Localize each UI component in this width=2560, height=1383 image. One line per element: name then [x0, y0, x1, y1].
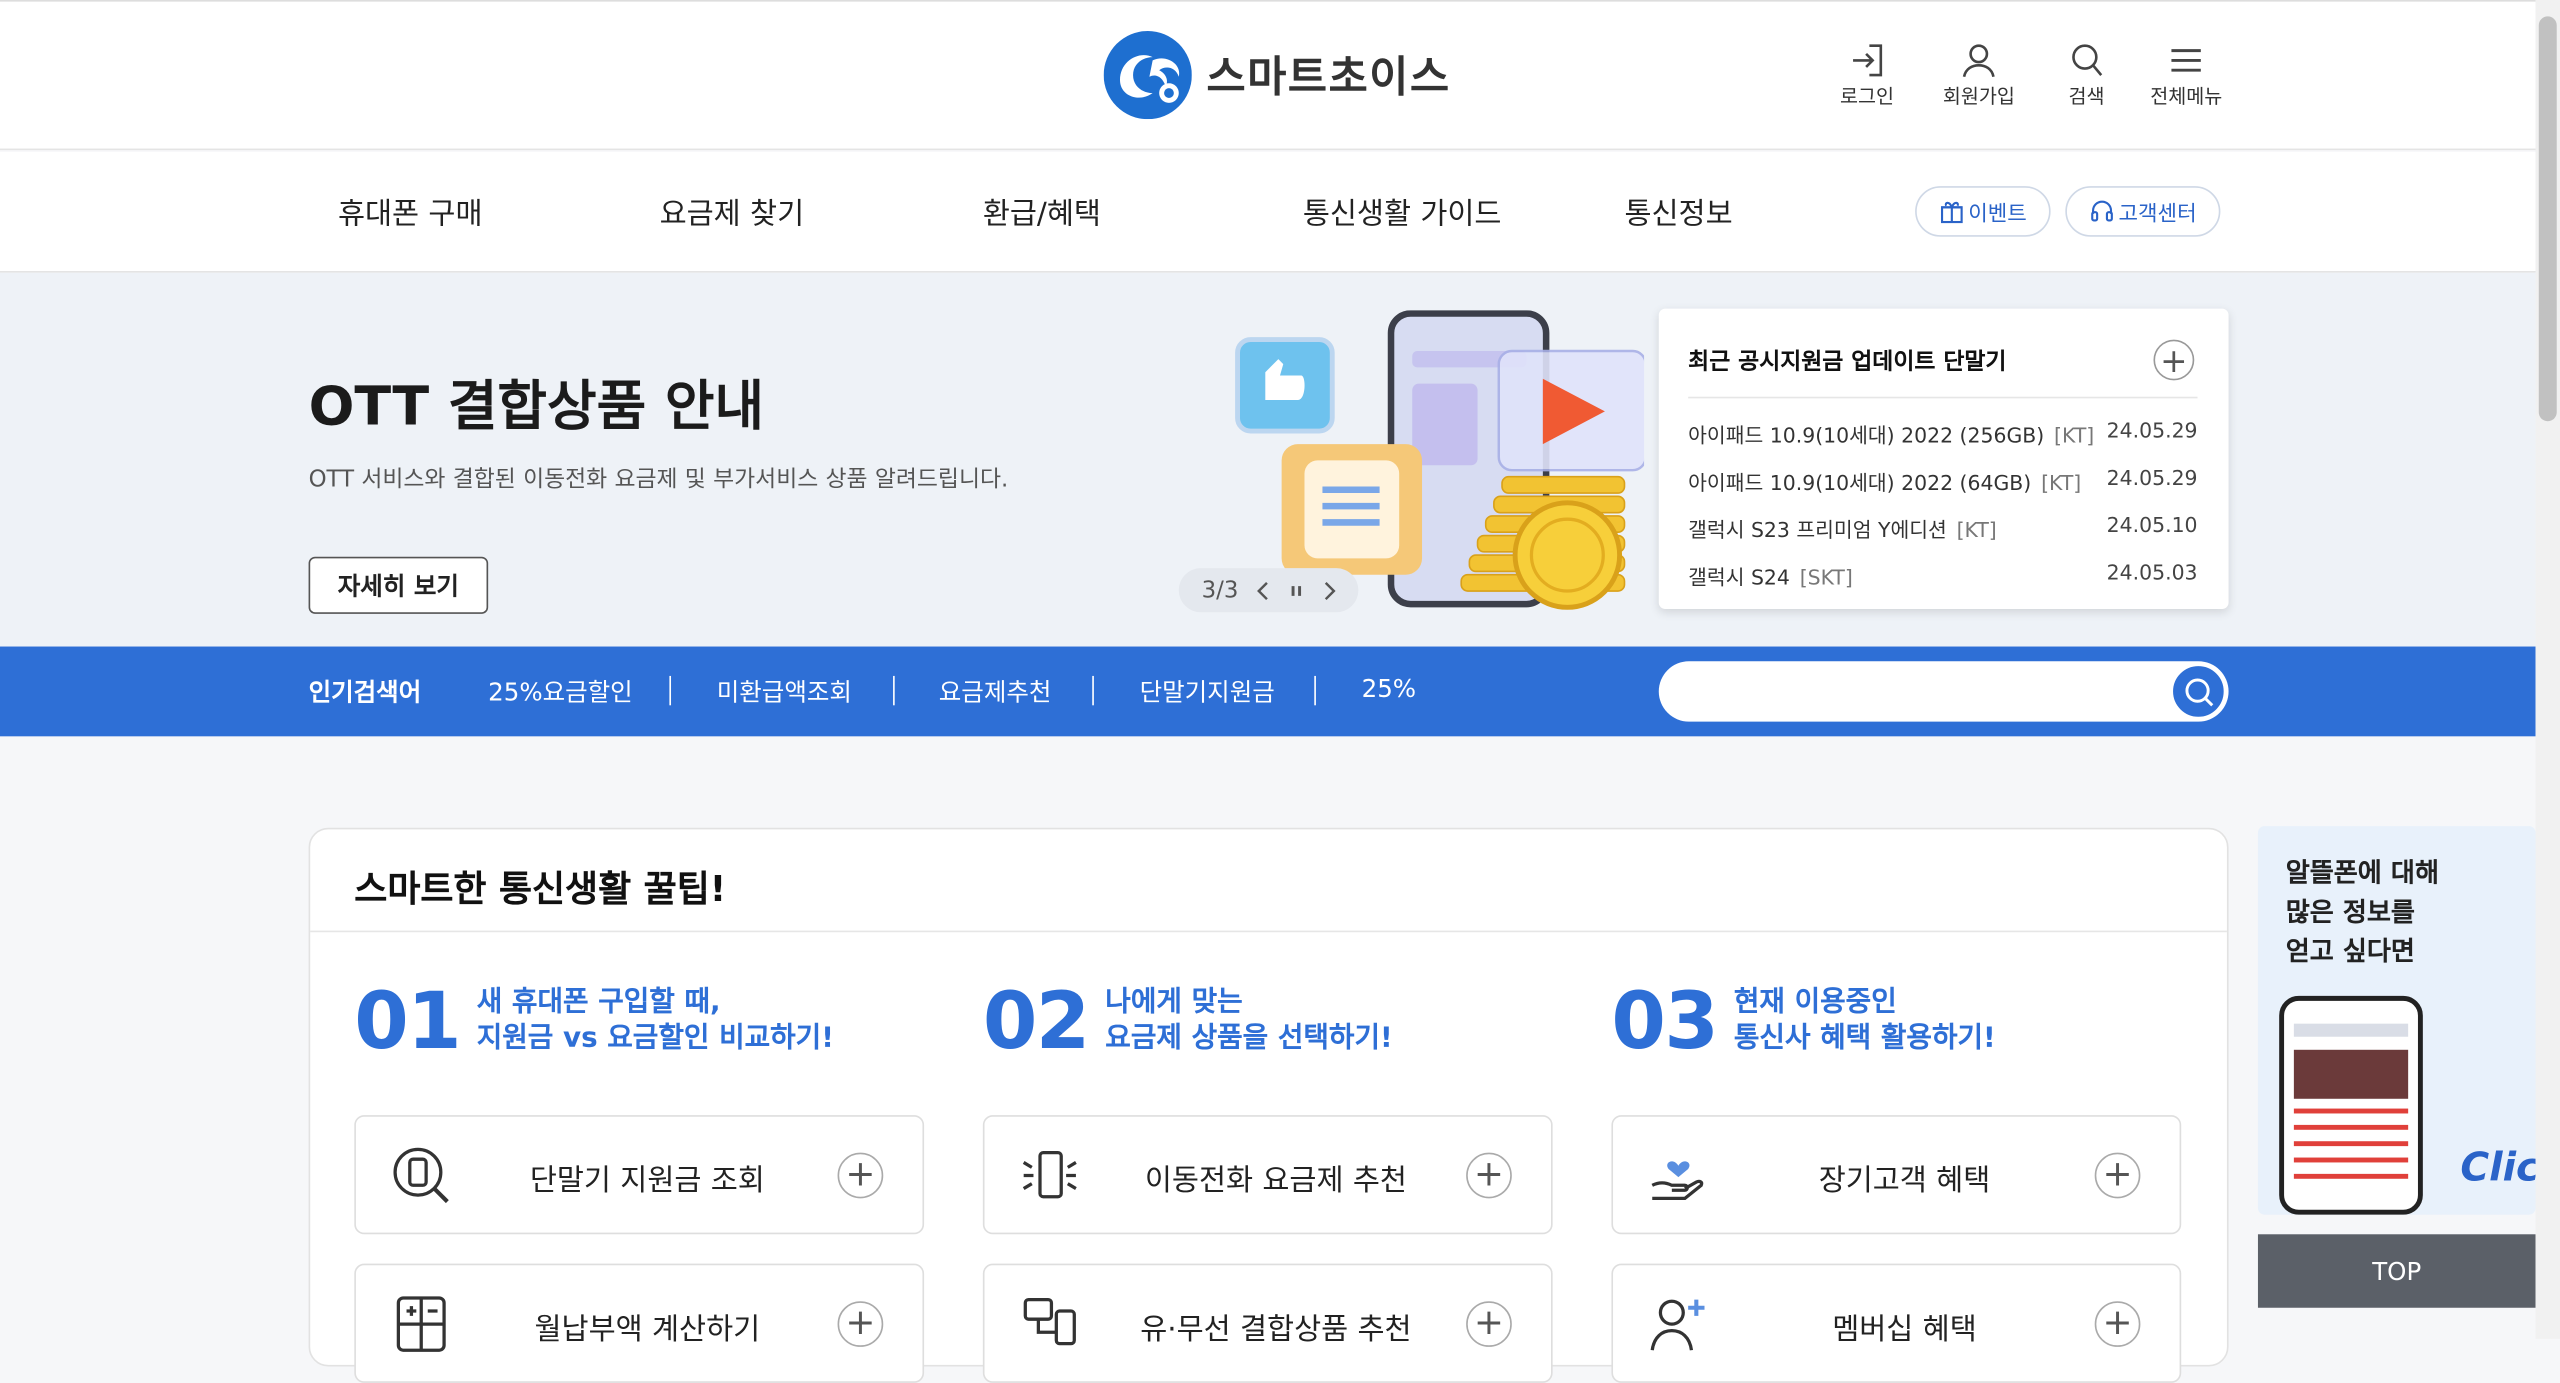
- search-button[interactable]: 검색: [2067, 42, 2106, 109]
- nav-telecom-guide[interactable]: 통신생활 가이드: [1303, 191, 1502, 233]
- notice-title: 최근 공시지원금 업데이트 단말기: [1688, 349, 2007, 376]
- popular-keyword[interactable]: 25%요금할인: [488, 674, 633, 708]
- mvno-side-banner[interactable]: 알뜰폰에 대해 많은 정보를 얻고 싶다면 Click: [2257, 826, 2536, 1215]
- plus-icon: +: [1466, 1301, 1512, 1347]
- mobile-plan-icon: [1022, 1151, 1077, 1199]
- brand-logo-icon[interactable]: [1103, 31, 1192, 120]
- signup-label: 회원가입: [1942, 84, 2015, 108]
- user-icon: [1962, 44, 1995, 78]
- popular-keyword[interactable]: 25%: [1362, 674, 1416, 703]
- nav-refund-benefit[interactable]: 환급/혜택: [983, 191, 1101, 233]
- tips-title: 스마트한 통신생활 꿀팁!: [354, 870, 727, 912]
- card-longterm-benefit[interactable]: 장기고객 혜택 +: [1611, 1115, 2182, 1235]
- login-icon: [1852, 44, 1882, 77]
- keyword-divider: [1092, 675, 1094, 706]
- plus-icon: +: [1466, 1152, 1512, 1199]
- heart-hand-icon: [1651, 1161, 1704, 1200]
- customer-center-label: 고객센터: [2118, 202, 2197, 227]
- plus-icon: +: [837, 1152, 884, 1199]
- nav-plan-search[interactable]: 요금제 찾기: [660, 191, 805, 233]
- search-submit-button[interactable]: [2169, 662, 2227, 720]
- card-monthly-payment[interactable]: 월납부액 계산하기 +: [354, 1263, 925, 1383]
- login-label: 로그인: [1839, 84, 1895, 108]
- keyword-divider: [1314, 675, 1316, 706]
- side-banner-click: Click: [2460, 1144, 2535, 1191]
- tips-divider: [310, 930, 2227, 933]
- plus-icon: +: [2094, 1152, 2141, 1199]
- tip-number: 01: [354, 976, 461, 1068]
- headset-icon: [2090, 200, 2113, 222]
- notice-divider: [1688, 396, 2198, 399]
- side-banner-text: 알뜰폰에 대해 많은 정보를 얻고 싶다면: [2285, 857, 2440, 967]
- search-label: 검색: [2068, 84, 2105, 108]
- card-device-subsidy[interactable]: 단말기 지원금 조회 +: [354, 1115, 925, 1235]
- signup-button[interactable]: 회원가입: [1943, 42, 2015, 109]
- search-icon: [2184, 677, 2213, 706]
- hero-pager: 3/3: [1178, 568, 1359, 613]
- plus-icon: +: [2160, 340, 2188, 380]
- menu-icon: [2171, 49, 2201, 72]
- keyword-divider: [669, 675, 672, 706]
- tip-number: 03: [1611, 976, 1718, 1068]
- pause-icon[interactable]: [1287, 579, 1303, 602]
- notice-row[interactable]: 아이패드 10.9(10세대) 2022 (256GB) [KT] 24.05.2…: [1688, 418, 2197, 449]
- tip-heading: 새 휴대폰 구입할 때, 지원금 vs 요금할인 비교하기!: [476, 986, 834, 1055]
- scroll-top-button[interactable]: TOP: [2257, 1234, 2536, 1308]
- calculator-icon: [396, 1296, 446, 1352]
- search-input[interactable]: [1658, 661, 2229, 722]
- all-menu-label: 전체메뉴: [2150, 84, 2223, 108]
- gift-icon: [1940, 201, 1962, 224]
- card-mobile-plan[interactable]: 이동전화 요금제 추천 +: [982, 1115, 1553, 1235]
- phone-search-icon: [393, 1147, 449, 1204]
- pager-count: 3/3: [1201, 577, 1239, 604]
- hero-detail-button[interactable]: 자세히 보기: [308, 556, 489, 614]
- bundle-icon: [1023, 1297, 1076, 1346]
- chevron-right-icon[interactable]: [1320, 579, 1336, 602]
- add-user-icon: [1650, 1299, 1705, 1351]
- event-button[interactable]: 이벤트: [1915, 186, 2051, 237]
- hero-title: OTT 결합상품 안내: [308, 373, 765, 438]
- plus-icon: +: [837, 1301, 884, 1347]
- tip-heading: 현재 이용중인 통신사 혜택 활용하기!: [1733, 986, 1996, 1055]
- tip-number: 02: [982, 976, 1090, 1068]
- notice-more-button[interactable]: +: [2153, 339, 2195, 381]
- brand-name[interactable]: 스마트초이스: [1207, 44, 1451, 104]
- phone-illustration: [2279, 995, 2423, 1215]
- search-icon: [2072, 44, 2103, 76]
- notice-row[interactable]: 아이패드 10.9(10세대) 2022 (64GB) [KT] 24.05.29: [1688, 465, 2197, 496]
- tip-heading: 나에게 맞는 요금제 상품을 선택하기!: [1105, 986, 1393, 1055]
- notice-row[interactable]: 갤럭시 S24 [SKT] 24.05.03: [1688, 560, 2197, 591]
- notice-row[interactable]: 갤럭시 S23 프리미엄 Y에디션 [KT] 24.05.10: [1688, 513, 2197, 544]
- nav-telecom-info[interactable]: 통신정보: [1624, 191, 1732, 233]
- card-membership-benefit[interactable]: 멤버십 혜택 +: [1611, 1263, 2182, 1383]
- popular-search-label: 인기검색어: [308, 677, 422, 707]
- all-menu-button[interactable]: 전체메뉴: [2150, 42, 2222, 109]
- customer-center-button[interactable]: 고객센터: [2065, 186, 2221, 237]
- login-button[interactable]: 로그인: [1840, 42, 1894, 109]
- popular-keyword[interactable]: 미환급액조회: [717, 674, 852, 708]
- hero-description: OTT 서비스와 결합된 이동전화 요금제 및 부가서비스 상품 알려드립니다.: [308, 466, 1009, 494]
- scrollbar-thumb[interactable]: [2538, 16, 2557, 422]
- popular-keyword[interactable]: 단말기지원금: [1140, 674, 1275, 708]
- card-bundle-product[interactable]: 유·무선 결합상품 추천 +: [982, 1263, 1553, 1383]
- plus-icon: +: [2094, 1301, 2141, 1347]
- nav-phone-purchase[interactable]: 휴대폰 구매: [338, 191, 483, 233]
- keyword-divider: [893, 675, 895, 706]
- popular-keyword[interactable]: 요금제추천: [939, 674, 1052, 708]
- event-label: 이벤트: [1968, 202, 2027, 227]
- notice-panel: 최근 공시지원금 업데이트 단말기 + 아이패드 10.9(10세대) 2022…: [1658, 308, 2229, 609]
- chevron-left-icon[interactable]: [1255, 579, 1271, 602]
